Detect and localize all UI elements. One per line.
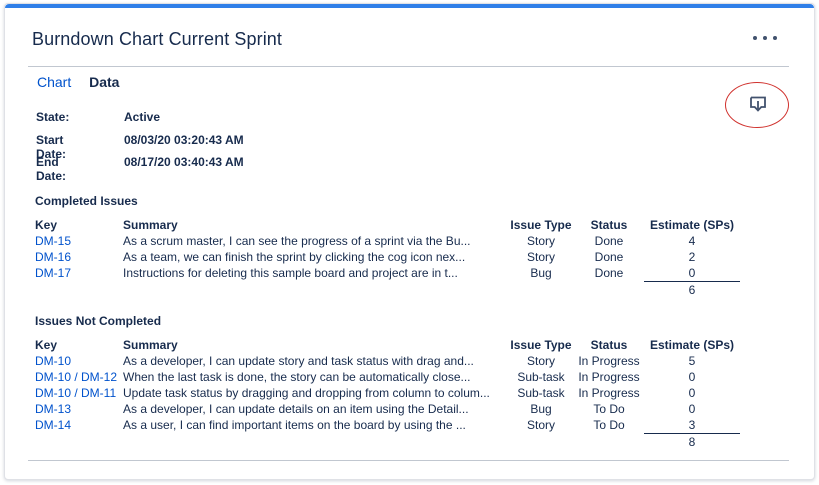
- col-issue-type: Issue Type: [510, 218, 572, 232]
- issue-type: Sub-task: [517, 386, 565, 400]
- col-summary: Summary: [123, 218, 178, 232]
- issue-status: In Progress: [578, 354, 640, 368]
- issue-summary: As a scrum master, I can see the progres…: [123, 234, 471, 248]
- col-status: Status: [590, 218, 628, 232]
- issue-estimate: 3: [688, 418, 696, 432]
- issue-status: In Progress: [578, 386, 640, 400]
- col-issue-type: Issue Type: [510, 338, 572, 352]
- issue-key-link[interactable]: DM-10 / DM-11: [35, 386, 116, 400]
- table-row: DM-15 As a scrum master, I can see the p…: [35, 233, 740, 249]
- issue-key-link[interactable]: DM-14: [35, 418, 71, 432]
- divider-top: [28, 66, 789, 67]
- completed-total: 6: [644, 281, 740, 297]
- issue-key-link[interactable]: DM-15: [35, 234, 71, 248]
- issue-estimate: 0: [688, 402, 696, 416]
- issue-status: To Do: [593, 418, 625, 433]
- issue-status: Done: [594, 234, 624, 248]
- start-date-value: 08/03/20 03:20:43 AM: [124, 133, 244, 147]
- issue-key-link[interactable]: DM-13: [35, 402, 71, 416]
- col-status: Status: [590, 338, 628, 352]
- export-highlight-circle: [725, 82, 789, 128]
- col-key: Key: [35, 218, 58, 232]
- not-completed-total: 8: [644, 433, 740, 449]
- issue-type: Story: [526, 250, 555, 264]
- issue-type: Story: [526, 234, 555, 248]
- divider-bottom: [28, 460, 789, 461]
- issue-type: Story: [526, 354, 555, 368]
- table-row: DM-14 As a user, I can find important it…: [35, 417, 740, 434]
- total-row: 8: [35, 433, 740, 449]
- gadget-title: Burndown Chart Current Sprint: [32, 29, 283, 49]
- end-date-label: End Date:: [36, 155, 67, 183]
- issue-type: Story: [526, 418, 555, 433]
- download-icon[interactable]: [749, 96, 767, 114]
- completed-issues-table: Key Summary Issue Type Status Estimate (…: [35, 217, 740, 297]
- gadget-frame: Burndown Chart Current Sprint Chart Data…: [4, 3, 815, 480]
- issue-type: Bug: [530, 266, 552, 281]
- issue-summary: As a user, I can find important items on…: [123, 418, 466, 433]
- issue-status: Done: [594, 250, 624, 264]
- table-row: DM-10 As a developer, I can update story…: [35, 353, 740, 369]
- tab-chart[interactable]: Chart: [37, 74, 71, 90]
- issue-key-link[interactable]: DM-10 / DM-12: [35, 370, 117, 384]
- issue-summary: Instructions for deleting this sample bo…: [123, 266, 458, 281]
- table-row: DM-13 As a developer, I can update detai…: [35, 401, 740, 417]
- issue-summary: Update task status by dragging and dropp…: [123, 386, 490, 400]
- issue-estimate: 2: [688, 250, 696, 264]
- not-completed-issues-table: Key Summary Issue Type Status Estimate (…: [35, 337, 740, 449]
- completed-issues-title: Completed Issues: [35, 194, 138, 208]
- table-header-row: Key Summary Issue Type Status Estimate (…: [35, 217, 740, 233]
- tab-data[interactable]: Data: [89, 74, 119, 90]
- table-row: DM-17 Instructions for deleting this sam…: [35, 265, 740, 282]
- accent-bar: [5, 4, 814, 8]
- table-row: DM-10 / DM-12 When the last task is done…: [35, 369, 740, 385]
- view-tabs: Chart Data: [37, 74, 119, 90]
- table-row: DM-10 / DM-11 Update task status by drag…: [35, 385, 740, 401]
- table-header-row: Key Summary Issue Type Status Estimate (…: [35, 337, 740, 353]
- more-options-icon[interactable]: [753, 28, 777, 48]
- issue-summary: As a team, we can finish the sprint by c…: [123, 250, 466, 264]
- issue-status: To Do: [593, 402, 625, 416]
- issue-summary: As a developer, I can update details on …: [123, 402, 469, 416]
- issue-estimate: 4: [688, 234, 696, 248]
- issue-summary: As a developer, I can update story and t…: [123, 354, 474, 368]
- col-summary: Summary: [123, 338, 178, 352]
- issue-type: Bug: [530, 402, 552, 416]
- not-completed-issues-title: Issues Not Completed: [35, 314, 162, 328]
- issue-estimate: 0: [688, 266, 696, 280]
- col-estimate: Estimate (SPs): [649, 338, 735, 352]
- issue-status: In Progress: [578, 370, 640, 384]
- state-label: State:: [36, 110, 70, 124]
- issue-key-link[interactable]: DM-17: [35, 266, 71, 280]
- col-estimate: Estimate (SPs): [649, 218, 735, 232]
- total-row: 6: [35, 281, 740, 297]
- issue-summary: When the last task is done, the story ca…: [123, 370, 471, 384]
- table-row: DM-16 As a team, we can finish the sprin…: [35, 249, 740, 265]
- issue-estimate: 5: [688, 354, 696, 368]
- issue-estimate: 0: [688, 386, 696, 400]
- end-date-value: 08/17/20 03:40:43 AM: [124, 155, 244, 169]
- state-value: Active: [124, 110, 161, 124]
- issue-estimate: 0: [688, 370, 696, 384]
- issue-status: Done: [594, 266, 624, 281]
- issue-type: Sub-task: [517, 370, 565, 384]
- issue-key-link[interactable]: DM-16: [35, 250, 71, 264]
- issue-key-link[interactable]: DM-10: [35, 354, 71, 368]
- col-key: Key: [35, 338, 58, 352]
